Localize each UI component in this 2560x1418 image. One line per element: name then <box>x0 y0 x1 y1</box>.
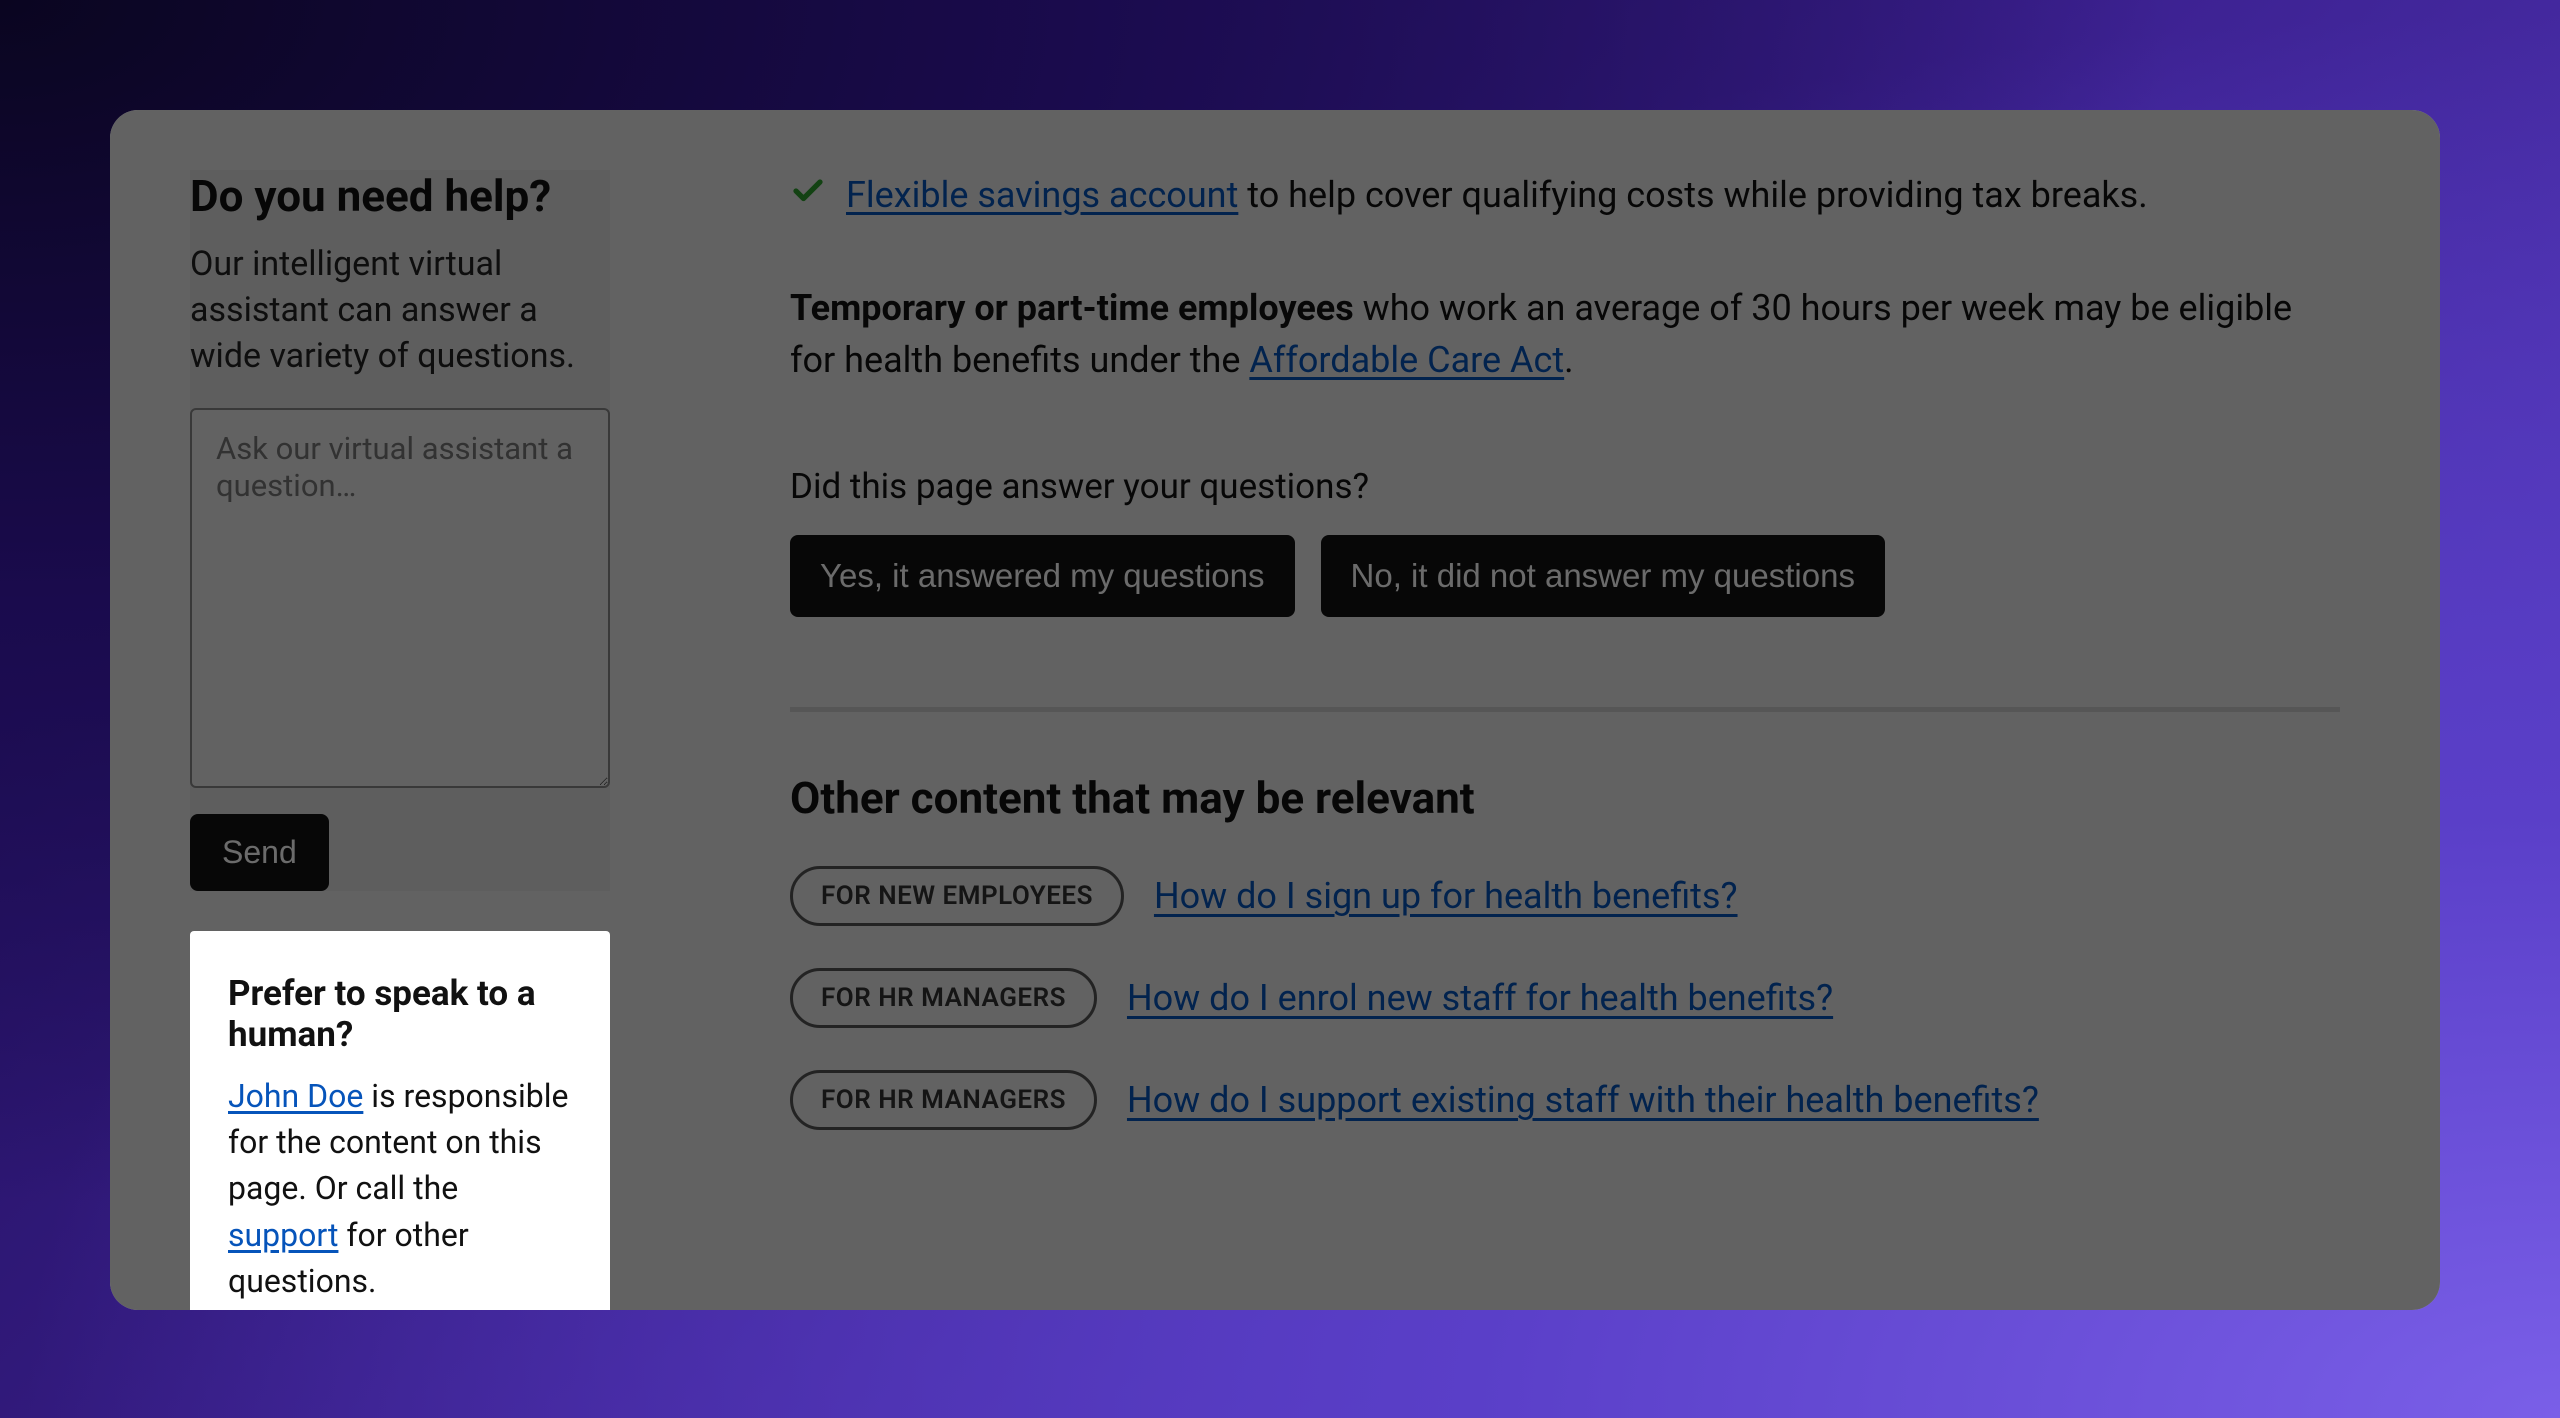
benefit-item: Flexible savings account to help cover q… <box>790 170 2340 222</box>
audience-tag: FOR HR MANAGERS <box>790 968 1097 1028</box>
help-description: Our intelligent virtual assistant can an… <box>190 242 610 380</box>
benefit-text: Flexible savings account to help cover q… <box>846 170 2148 222</box>
related-link[interactable]: How do I support existing staff with the… <box>1127 1079 2039 1121</box>
eligibility-bold: Temporary or part-time employees <box>790 287 1354 329</box>
eligibility-paragraph: Temporary or part-time employees who wor… <box>790 282 2340 386</box>
feedback-question: Did this page answer your questions? <box>790 466 2340 507</box>
feedback-no-button[interactable]: No, it did not answer my questions <box>1321 535 1885 617</box>
feedback-yes-button[interactable]: Yes, it answered my questions <box>790 535 1295 617</box>
main-content: Flexible savings account to help cover q… <box>650 110 2440 1310</box>
send-button[interactable]: Send <box>190 814 329 891</box>
eligibility-end: . <box>1564 339 1574 381</box>
feedback-buttons: Yes, it answered my questions No, it did… <box>790 535 2340 617</box>
related-item: FOR NEW EMPLOYEES How do I sign up for h… <box>790 866 2340 926</box>
audience-tag: FOR HR MANAGERS <box>790 1070 1097 1130</box>
audience-tag: FOR NEW EMPLOYEES <box>790 866 1124 926</box>
help-card: Do you need help? Our intelligent virtua… <box>190 170 610 891</box>
divider <box>790 707 2340 712</box>
human-contact-title: Prefer to speak to a human? <box>228 973 572 1055</box>
related-item: FOR HR MANAGERS How do I support existin… <box>790 1070 2340 1130</box>
human-contact-card: Prefer to speak to a human? John Doe is … <box>190 931 610 1310</box>
related-item: FOR HR MANAGERS How do I enrol new staff… <box>790 968 2340 1028</box>
related-link[interactable]: How do I enrol new staff for health bene… <box>1127 977 1833 1019</box>
human-contact-text: John Doe is responsible for the content … <box>228 1073 572 1305</box>
assistant-input[interactable] <box>190 408 610 788</box>
support-link[interactable]: support <box>228 1216 338 1254</box>
sidebar: Do you need help? Our intelligent virtua… <box>110 110 650 1310</box>
help-title: Do you need help? <box>190 170 610 222</box>
aca-link[interactable]: Affordable Care Act <box>1249 339 1564 381</box>
fsa-link[interactable]: Flexible savings account <box>846 174 1238 216</box>
related-link[interactable]: How do I sign up for health benefits? <box>1154 875 1738 917</box>
benefit-text-after: to help cover qualifying costs while pro… <box>1238 174 2147 216</box>
contact-person-link[interactable]: John Doe <box>228 1077 363 1115</box>
content-wrapper: Do you need help? Our intelligent virtua… <box>110 110 2440 1310</box>
check-icon <box>790 170 826 222</box>
related-title: Other content that may be relevant <box>790 772 2340 824</box>
app-frame: Do you need help? Our intelligent virtua… <box>110 110 2440 1310</box>
